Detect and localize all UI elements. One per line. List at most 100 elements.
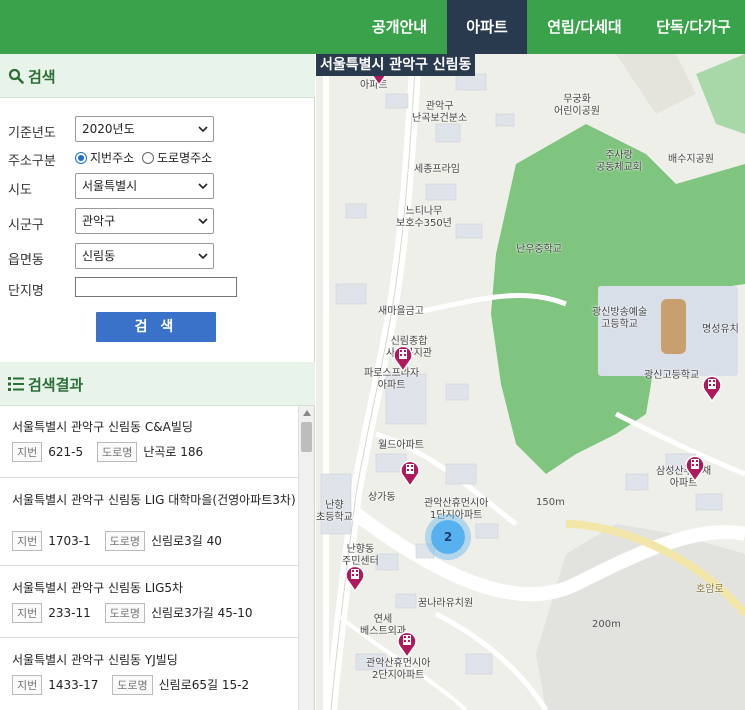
jibun-address-radio[interactable] [75,152,87,164]
region-title: 서울특별시 관악구 신림동 [316,54,476,76]
map-label: 새마을금고 [378,306,424,317]
result-jibun: 233-11 [48,606,91,620]
chevron-down-icon [198,218,208,225]
address-type-options: 지번주소 도로명주소 [75,149,212,166]
result-meta: 지번 1703-1 도로명 신림로3길 40 [12,531,222,551]
search-icon [8,68,24,84]
map-label: 관악산휴먼시아 1단지아파트 [424,498,489,521]
scroll-up-icon[interactable] [303,410,311,416]
results-scrollbar[interactable] [298,406,314,710]
road-address-radio[interactable] [142,152,154,164]
map-label: 난향 초등학교 [316,500,353,523]
map-label: 무궁화 어린이공원 [554,94,600,117]
result-name: 서울특별시 관악구 신림동 LIG5차 [12,581,184,595]
apartment-marker-icon[interactable] [684,454,706,482]
map-label: 주사랑 공동체교회 [596,150,642,173]
eupmyeondong-select-value: 신림동 [82,249,116,263]
result-meta: 지번 1433-17 도로명 신림로65길 15-2 [12,675,249,695]
search-button[interactable]: 검 색 [96,312,216,342]
tab-public-notice[interactable]: 공개안내 [352,0,447,54]
sido-select-value: 서울특별시 [82,179,138,193]
result-name: 서울특별시 관악구 신림동 LIG 대학마을(건영아파트3차) [12,493,296,507]
map-label: 광신고등학교 [644,370,700,381]
list-item[interactable]: 서울특별시 관악구 신림동 YJ빌딩 지번 1433-17 도로명 신림로65길 1… [0,638,298,710]
complex-name-label: 단지명 [8,284,44,299]
complex-name-input[interactable] [75,277,237,297]
sigungu-select-value: 관악구 [82,214,116,228]
result-meta: 지번 621-5 도로명 난곡로 186 [12,442,203,462]
apartment-marker-icon[interactable] [344,564,366,592]
result-name: 서울특별시 관악구 신림동 C&A빌딩 [12,420,193,434]
result-road: 난곡로 186 [143,445,204,459]
map-label: 느티나무 보호수350년 [396,206,452,229]
year-select-value: 2020년도 [82,122,135,136]
result-jibun: 1433-17 [48,678,99,692]
cluster-marker[interactable]: 2 [431,520,465,554]
year-row: 기준년도 2020년도 [0,116,315,144]
jibun-badge: 지번 [12,603,43,623]
map-label: 배수지공원 [668,154,714,165]
list-item[interactable]: 서울특별시 관악구 신림동 LIG5차 지번 233-11 도로명 신림로3가길 4… [0,566,298,638]
list-item[interactable]: 서울특별시 관악구 신림동 LIG 대학마을(건영아파트3차) 지번 1703-1… [0,478,298,566]
results-section-title: 검색결과 [28,376,84,394]
search-panel: 검색 기준년도 2020년도 주소구분 지번주소 도로명주소 시도 서울특별시 … [0,54,315,710]
chevron-down-icon [198,126,208,133]
eupmyeondong-row: 읍면동 신림동 [0,243,315,271]
search-section-header: 검색 [0,54,315,98]
scroll-thumb[interactable] [301,422,312,452]
map-label: 월드아파트 [378,440,424,451]
result-road: 신림로3길 40 [150,534,222,548]
road-badge: 도로명 [96,442,138,462]
road-badge: 도로명 [104,603,145,623]
sido-row: 시도 서울특별시 [0,173,315,201]
jibun-badge: 지번 [12,675,43,695]
address-type-label: 주소구분 [8,154,56,169]
map-view[interactable]: 아파트 관악구 난곡보건분소 무궁화 어린이공원 세종프라임 주사랑 공동체교회… [316,54,745,710]
apartment-marker-icon[interactable] [396,630,418,658]
sigungu-select[interactable]: 관악구 [75,208,214,234]
sido-label: 시도 [8,183,32,198]
tab-rowhouse[interactable]: 연립/다세대 [527,0,642,54]
sigungu-label: 시군구 [8,218,44,233]
search-section-title: 검색 [28,68,56,86]
tab-apartment[interactable]: 아파트 [447,0,527,54]
map-label: 꿈나라유치원 [418,598,474,609]
sido-select[interactable]: 서울특별시 [75,173,214,199]
list-item[interactable]: 서울특별시 관악구 신림동 C&A빌딩 지번 621-5 도로명 난곡로 186 [0,406,298,478]
apartment-marker-icon[interactable] [399,459,421,487]
map-label: 호암로 [696,584,724,595]
result-jibun: 1703-1 [48,534,91,548]
results-section-header: 검색결과 [0,362,315,406]
chevron-down-icon [198,253,208,260]
map-label: 상가동 [368,492,396,503]
map-label: 관악구 난곡보건분소 [412,101,468,124]
map-label: 명성유치 [702,324,739,335]
map-label: 난우중학교 [516,244,562,255]
result-road: 신림로65길 15-2 [158,678,250,692]
road-badge: 도로명 [104,531,145,551]
result-meta: 지번 233-11 도로명 신림로3가길 45-10 [12,603,253,623]
result-name: 서울특별시 관악구 신림동 YJ빌딩 [12,653,178,667]
road-badge: 도로명 [112,675,153,695]
road-address-label: 도로명주소 [157,151,213,165]
top-navigation: 공개안내 아파트 연립/다세대 단독/다가구 [0,0,745,54]
year-select[interactable]: 2020년도 [75,116,214,142]
results-list: 서울특별시 관악구 신림동 C&A빌딩 지번 621-5 도로명 난곡로 186 서… [0,406,315,710]
scale-label-200: 200m [592,619,621,630]
year-label: 기준년도 [8,126,56,141]
map-label: 세종프라임 [414,164,460,175]
apartment-marker-icon[interactable] [701,374,723,402]
apartment-marker-icon[interactable] [392,344,414,372]
eupmyeondong-select[interactable]: 신림동 [75,243,214,269]
eupmyeondong-label: 읍면동 [8,253,44,268]
map-label: 광신방송예술 고등학교 [592,307,648,330]
scale-label-150: 150m [536,497,565,508]
jibun-address-label: 지번주소 [90,151,135,165]
tab-detached-house[interactable]: 단독/다가구 [642,0,745,54]
chevron-down-icon [198,183,208,190]
sigungu-row: 시군구 관악구 [0,208,315,236]
complex-name-row: 단지명 [0,277,315,305]
jibun-badge: 지번 [12,442,43,462]
map-label: 관악산휴먼시아 2단지아파트 [366,658,431,681]
result-jibun: 621-5 [48,445,84,459]
